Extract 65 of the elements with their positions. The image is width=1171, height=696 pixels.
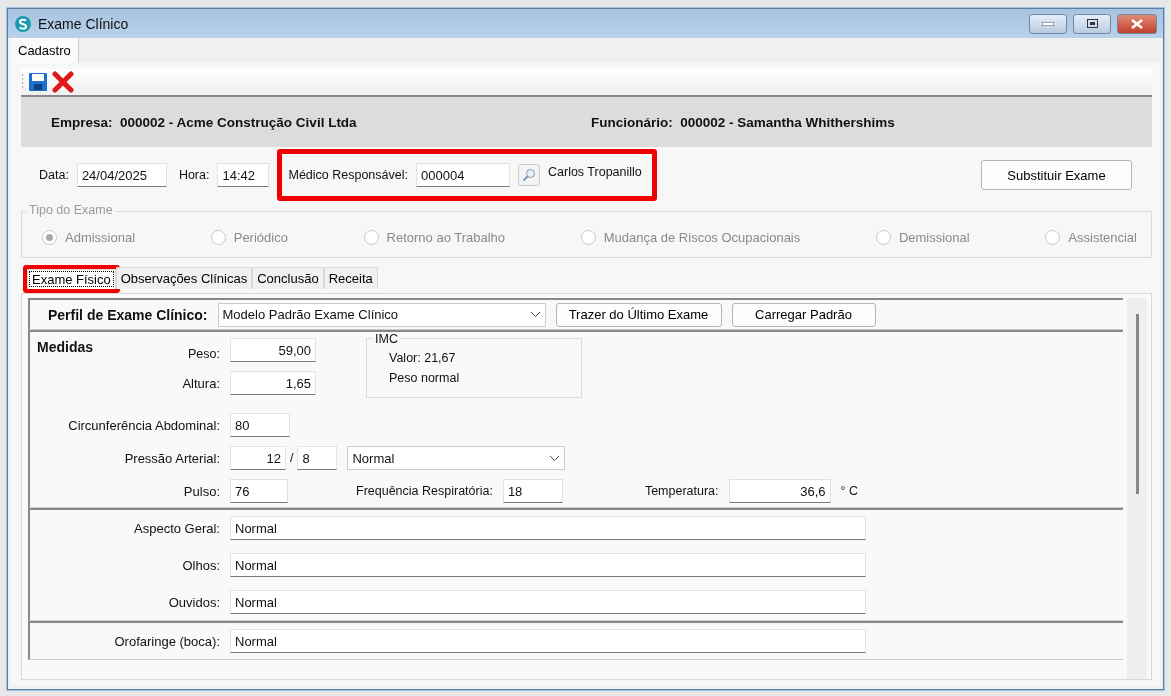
text-field[interactable]: Normal	[230, 590, 866, 614]
maximize-button[interactable]	[1073, 13, 1111, 34]
diastolic-field[interactable]: 8	[297, 446, 338, 470]
temperature-label: Temperatura:	[644, 484, 719, 498]
height-label: Altura:	[181, 375, 220, 391]
menu-tab[interactable]: Cadastro	[11, 38, 79, 63]
pulse-field[interactable]: 76	[230, 479, 288, 503]
doctor-code-field[interactable]: 000004	[416, 163, 510, 187]
bmi-classification: Peso normal	[389, 371, 461, 385]
date-label: Data:	[39, 168, 69, 182]
grip-icon	[21, 73, 24, 91]
field-label: Orofaringe (boca):	[113, 633, 220, 649]
respiratory-rate-field[interactable]: 18	[502, 479, 563, 503]
minimize-button[interactable]	[1029, 13, 1067, 34]
company-text: Empresa: 000002 - Acme Construção Civil Ltda	[51, 114, 358, 130]
search-icon	[522, 168, 536, 182]
load-last-exam-button[interactable]: Trazer do Último Exame	[555, 302, 722, 327]
caret-icon	[529, 311, 541, 318]
time-field[interactable]: 14:42	[217, 163, 270, 187]
separator-text: /	[290, 451, 294, 465]
bmi-title: IMC	[373, 332, 400, 346]
temperature-field[interactable]: 36,6	[728, 479, 831, 503]
pulse-label: Pulso:	[182, 483, 220, 499]
profile-dropdown[interactable]: Modelo Padrão Exame Clínico	[217, 302, 546, 327]
field-label: Ouvidos:	[167, 594, 220, 610]
respiratory-rate-label: Frequência Respiratória:	[356, 484, 493, 498]
maximize-icon	[1086, 19, 1098, 28]
field-label: Aspecto Geral:	[133, 520, 220, 536]
close-button[interactable]	[1117, 13, 1157, 34]
load-default-button[interactable]: Carregar Padrão	[731, 302, 876, 327]
text-field[interactable]: Normal	[230, 553, 866, 577]
window-title: Exame Clínico	[38, 15, 130, 32]
doctor-name: Carlos Tropanillo	[548, 165, 642, 179]
tab[interactable]: Observações Clínicas	[115, 267, 253, 289]
systolic-field[interactable]: 12	[230, 446, 286, 470]
time-label: Hora:	[178, 168, 210, 182]
app-logo-icon	[14, 14, 32, 33]
date-field[interactable]: 24/04/2025	[76, 163, 167, 187]
caret-icon	[549, 454, 561, 462]
tab[interactable]: Conclusão	[252, 267, 324, 289]
section-title: Medidas	[37, 339, 93, 355]
scroll-thumb[interactable]	[1135, 314, 1139, 494]
minimize-icon	[1042, 21, 1054, 26]
group-title: Tipo do Exame	[27, 203, 115, 217]
profile-label: Perfil de Exame Clínico:	[48, 306, 208, 323]
text-field[interactable]: Normal	[230, 629, 866, 653]
waist-label: Circunferência Abdominal:	[67, 417, 220, 433]
unit-text: ° C	[840, 484, 859, 498]
waist-field[interactable]: 80	[230, 413, 290, 437]
close-icon[interactable]	[52, 71, 74, 93]
bmi-value: Valor: 21,67	[389, 351, 457, 365]
employee-text: Funcionário: 000002 - Samantha Whithershims	[591, 114, 895, 130]
save-icon[interactable]	[28, 72, 48, 92]
pressure-dropdown[interactable]: Normal	[347, 446, 566, 470]
scrollbar[interactable]	[1127, 298, 1147, 679]
close-icon	[1131, 18, 1143, 29]
weight-label: Peso:	[188, 347, 220, 361]
height-field[interactable]: 1,65	[230, 371, 316, 395]
text-field[interactable]: Normal	[230, 516, 866, 540]
doctor-label: Médico Responsável:	[288, 168, 408, 182]
blood-pressure-label: Pressão Arterial:	[123, 450, 220, 466]
tab[interactable]: Receita	[323, 267, 378, 289]
field-label: Olhos:	[181, 557, 220, 573]
replace-exam-button[interactable]: Substituir Exame	[981, 160, 1132, 190]
weight-field[interactable]: 59,00	[230, 338, 316, 362]
